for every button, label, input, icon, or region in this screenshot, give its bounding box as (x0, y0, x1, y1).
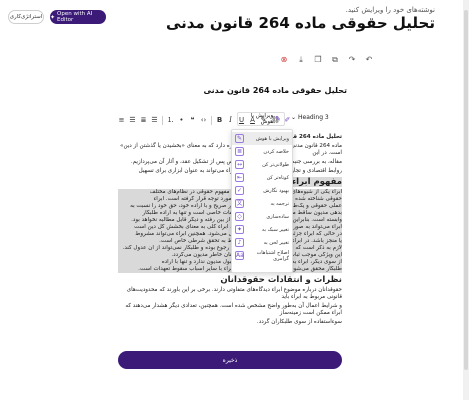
copy-icon[interactable]: ❐ (314, 56, 322, 64)
dropdown-item[interactable]: ≣ خلاصه کردن (232, 145, 292, 158)
scrollbar-thumb[interactable] (464, 10, 468, 370)
selected-line: لازم به ذکر است که ابراء پس از انشاء، غی… (122, 245, 342, 251)
editor-paragraph: مقاله، به بررسی جنبه‌های مختلف ابراء، به… (130, 159, 342, 165)
bold-button[interactable]: B (216, 116, 223, 124)
dropdown-item[interactable]: 文 ترجمه به (232, 197, 292, 210)
section-heading: مفهوم ابراء با ت (118, 177, 342, 187)
editor-paragraph: تحلیل ماده 264 قانون (118, 134, 342, 141)
page-header: نوشته‌های خود را ویرایش کنید. تحلیل حقوق… (0, 0, 463, 40)
chevron-down-icon: ⌄ (291, 114, 297, 121)
toolbar-divider (211, 115, 212, 125)
pen-icon: ✎ (235, 134, 244, 143)
align-right-icon[interactable]: ☰ (129, 116, 136, 124)
dropdown-item-label: خلاصه کردن (263, 148, 289, 155)
selected-line: بدهی مدیون ساقط می‌کند. این عمل فاقد تشر… (142, 210, 342, 216)
page-scrollbar[interactable] (463, 0, 469, 400)
editor-paragraph: روابط اقتصادی و تجاری اهمیت بسزایی دارد.… (138, 168, 342, 174)
selected-line: در حالی که ابراء جزئی تنها بخشی از آن را… (135, 231, 342, 237)
download-icon[interactable]: ⤓ (297, 56, 305, 64)
sparkle-icon: ✦ (50, 13, 56, 21)
dropdown-item-label: کوتاه‌تر کن (266, 174, 289, 181)
dropdown-item[interactable]: ⇤ کوتاه‌تر کن (232, 171, 292, 184)
dropdown-item-label: طولانی‌تر کن (262, 161, 289, 168)
dropdown-item[interactable]: ↔ طولانی‌تر کن (232, 158, 292, 171)
selected-line: این ویژگی موجب ثبات در روابط حقوقی و اطم… (171, 252, 342, 258)
toolbar-divider (162, 115, 163, 125)
summary-icon: ≣ (235, 147, 244, 156)
selected-line: وابسته است. بنابراین، پس از ابراء، تعهد … (131, 217, 342, 223)
dropdown-item[interactable]: Aa اصلاح اشتباهات گرامری (232, 249, 292, 262)
selected-line: از سوی دیگر، ابراء به مثابه یک ایقاع، نی… (161, 259, 342, 265)
blockquote-icon[interactable]: ❝ (189, 116, 196, 124)
simplify-icon: ◇ (235, 212, 244, 221)
selected-line: طلبکار محقق می‌شود. این امر تفاوت اساسی … (138, 266, 342, 272)
delete-icon[interactable]: ⊗ (280, 56, 288, 64)
ai-edit-trigger-label: ویرایش با هوش (250, 113, 274, 125)
dropdown-item[interactable]: ◇ ساده‌سازی (232, 210, 292, 223)
ai-actions-dropdown: ✎ ویرایش با هوش ≣ خلاصه کردن ↔ طولانی‌تر کن ⇤ ک… (231, 129, 293, 273)
dropdown-item[interactable]: ✦ تغییر سبک به (232, 223, 292, 236)
selected-text-block: ابراء یکی از شیوه‌های سقوط تعهدات است. ا… (118, 189, 342, 273)
dropdown-item-label: تغییر لحن به (263, 239, 289, 246)
dropdown-item-label: ترجمه به (270, 200, 289, 207)
editor-paragraph: حقوقدانان درباره موضوع ابراء دیدگاه‌های … (126, 287, 342, 300)
selected-line: ابراء یکی از شیوه‌های سقوط تعهدات است. ا… (149, 189, 342, 195)
dropdown-item[interactable]: ✓ بهبود نگارش (232, 184, 292, 197)
translate-icon: 文 (235, 199, 244, 208)
page-subtitle: نوشته‌های خود را ویرایش کنید. (345, 6, 435, 14)
dropdown-item-label: ویرایش با هوش (255, 135, 289, 142)
document-actions: ⊗ ⤓ ❐ ⧉ ↷ ↶ (280, 56, 373, 64)
open-ai-editor-button[interactable]: ✦ Open with AI Editor (50, 10, 106, 24)
section-heading: نظرات و انتقادات حقوقدانان (220, 275, 342, 285)
heading-select[interactable]: ⌄ Heading 3 (291, 114, 329, 121)
duplicate-icon[interactable]: ⧉ (331, 56, 339, 64)
bullet-list-icon[interactable]: • (178, 116, 185, 124)
ordered-list-icon[interactable]: ⒈ (167, 115, 174, 125)
shorten-icon: ⇤ (235, 173, 244, 182)
dropdown-item-label: بهبود نگارش (263, 187, 289, 194)
code-icon[interactable]: ‹› (200, 116, 207, 124)
secondary-button[interactable]: استراتژی‌کاری (8, 10, 44, 24)
dropdown-item-label: تغییر سبک به (261, 226, 289, 233)
selected-line: ابراء می‌تواند به صورت کلی یا جزئی انجام… (134, 224, 342, 230)
redo-icon[interactable]: ↷ (348, 56, 356, 64)
save-button[interactable]: ذخیره (118, 351, 342, 369)
document-heading: تحلیل حقوقی ماده 264 قانون مدنی (203, 86, 348, 95)
align-left-icon[interactable]: ☰ (151, 116, 158, 124)
dropdown-item[interactable]: ♪ تغییر لحن به (232, 236, 292, 249)
style-icon: ✦ (235, 225, 244, 234)
page-title: تحلیل حقوقی ماده 264 قانون مدنی (165, 14, 435, 32)
open-ai-editor-label: Open with AI Editor (57, 11, 93, 23)
selected-line: عملی حقوقی و یک‌طرفه است که طلبکار به طو… (130, 203, 342, 209)
italic-button[interactable]: I (227, 116, 234, 124)
selected-line: یا منجز باشد. در ابراء مشروط، سقوط دین م… (159, 238, 342, 244)
editor-content[interactable]: تحلیل ماده 264 قانون ماده 264 قانون مدنی… (118, 134, 342, 328)
improve-icon: ✓ (235, 186, 244, 195)
editor-paragraph: و شرایط اعمال آن به‌طور واضح مشخص شده اس… (125, 303, 342, 316)
grammar-icon: Aa (235, 251, 244, 260)
ai-edit-trigger[interactable]: ✎ ویرایش با هوش (237, 112, 285, 126)
heading-select-value: Heading 3 (298, 114, 329, 121)
expand-icon: ↔ (235, 160, 244, 169)
selected-line: حقوقی شناخته شده و در قانون مدنی ایران ن… (153, 196, 342, 202)
align-center-icon[interactable]: ≣ (140, 116, 147, 124)
editor-paragraph: سوءاستفاده از سوی طلبکاران گردد. (256, 319, 342, 325)
align-justify-icon[interactable]: ≡ (118, 116, 125, 124)
editor-paragraph: ماده 264 قانون مدنی ایران به مفهوم ابراء… (120, 143, 342, 156)
tone-icon: ♪ (235, 238, 244, 247)
pen-icon: ✎ (275, 115, 281, 123)
dropdown-item-label: اصلاح اشتباهات گرامری (256, 249, 289, 262)
dropdown-item[interactable]: ✎ ویرایش با هوش (232, 132, 292, 145)
undo-icon[interactable]: ↶ (365, 56, 373, 64)
dropdown-item-label: ساده‌سازی (266, 213, 289, 220)
